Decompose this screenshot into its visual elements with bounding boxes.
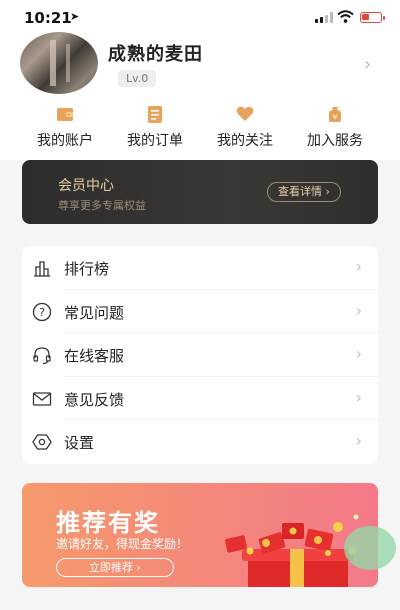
username[interactable]: 成熟的麦田 [108,40,203,66]
chevron-right-icon: › [355,387,362,407]
signal-icon [315,12,333,23]
chevron-right-icon: › [355,257,362,276]
quick-nav-label: 我的账户 [37,133,93,149]
member-title: 会员中心 [58,178,114,194]
quick-nav-label: 加入服务 [307,133,363,149]
quick-nav-orders[interactable]: 我的订单 [110,102,200,154]
menu-item-feedback[interactable]: 意见反馈 › [22,377,378,421]
status-bar: 10:21 ➤ [0,0,400,30]
member-details-button[interactable]: 查看详情 › [267,182,341,202]
menu-item-support[interactable]: 在线客服 › [22,333,378,377]
quick-nav-account[interactable]: 我的账户 [20,102,110,154]
menu-item-label: 意见反馈 [64,390,125,409]
chevron-right-icon: › [355,344,362,364]
member-subtitle: 尊享更多专属权益 [58,199,146,212]
member-center-card[interactable]: 会员中心 尊享更多专属权益 查看详情 › [22,160,378,224]
level-badge: Lv.0 [118,70,157,87]
chevron-right-icon: › [355,300,362,320]
menu-item-label: 排行榜 [64,260,110,278]
promo-refer-button[interactable]: 立即推荐 › [56,558,174,577]
headset-icon [33,347,51,365]
quick-nav: 我的账户 我的订单 我的关注 ¥ 加入服务 [0,102,400,154]
question-icon: ? [32,302,52,321]
menu-item-label: 在线客服 [64,347,125,366]
menu-item-settings[interactable]: 设置 › [22,420,378,464]
profile-chevron-icon[interactable]: › [364,54,371,75]
promo-title: 推荐有奖 [56,509,160,537]
quick-nav-label: 我的关注 [217,133,273,149]
menu-item-label: 常见问题 [64,303,125,322]
mail-icon [32,392,52,406]
avatar[interactable] [20,32,98,94]
settings-icon [32,434,52,451]
menu-item-ranking[interactable]: 排行榜 › [22,246,378,290]
wifi-icon [337,10,354,23]
menu-item-label: 设置 [64,434,95,453]
svg-text:?: ? [39,306,45,319]
quick-nav-label: 我的订单 [127,133,183,149]
heart-icon [236,106,254,121]
location-arrow-icon: ➤ [70,10,80,23]
ranking-icon [34,261,50,277]
promo-subtitle: 邀请好友，得现金奖励！ [56,537,189,551]
chevron-right-icon: › [355,431,362,451]
status-time: 10:21 [24,9,72,27]
service-icon: ¥ [329,107,341,122]
wallet-icon [57,108,73,121]
menu-list: 排行榜 › ? 常见问题 › 在线客服 › 意见反馈 › 设置 › [22,246,378,464]
menu-item-faq[interactable]: ? 常见问题 › [22,290,378,334]
battery-icon [360,12,385,23]
floating-assistant-button[interactable] [344,526,396,570]
profile-header: 成熟的麦田 Lv.0 › 我的账户 我的订单 我的关注 ¥ 加入服务 [0,30,400,160]
quick-nav-service[interactable]: ¥ 加入服务 [290,102,380,154]
referral-banner[interactable]: 推荐有奖 邀请好友，得现金奖励！ 立即推荐 › [22,483,378,587]
svg-text:¥: ¥ [333,114,338,122]
order-icon [148,106,162,123]
quick-nav-follows[interactable]: 我的关注 [200,102,290,154]
